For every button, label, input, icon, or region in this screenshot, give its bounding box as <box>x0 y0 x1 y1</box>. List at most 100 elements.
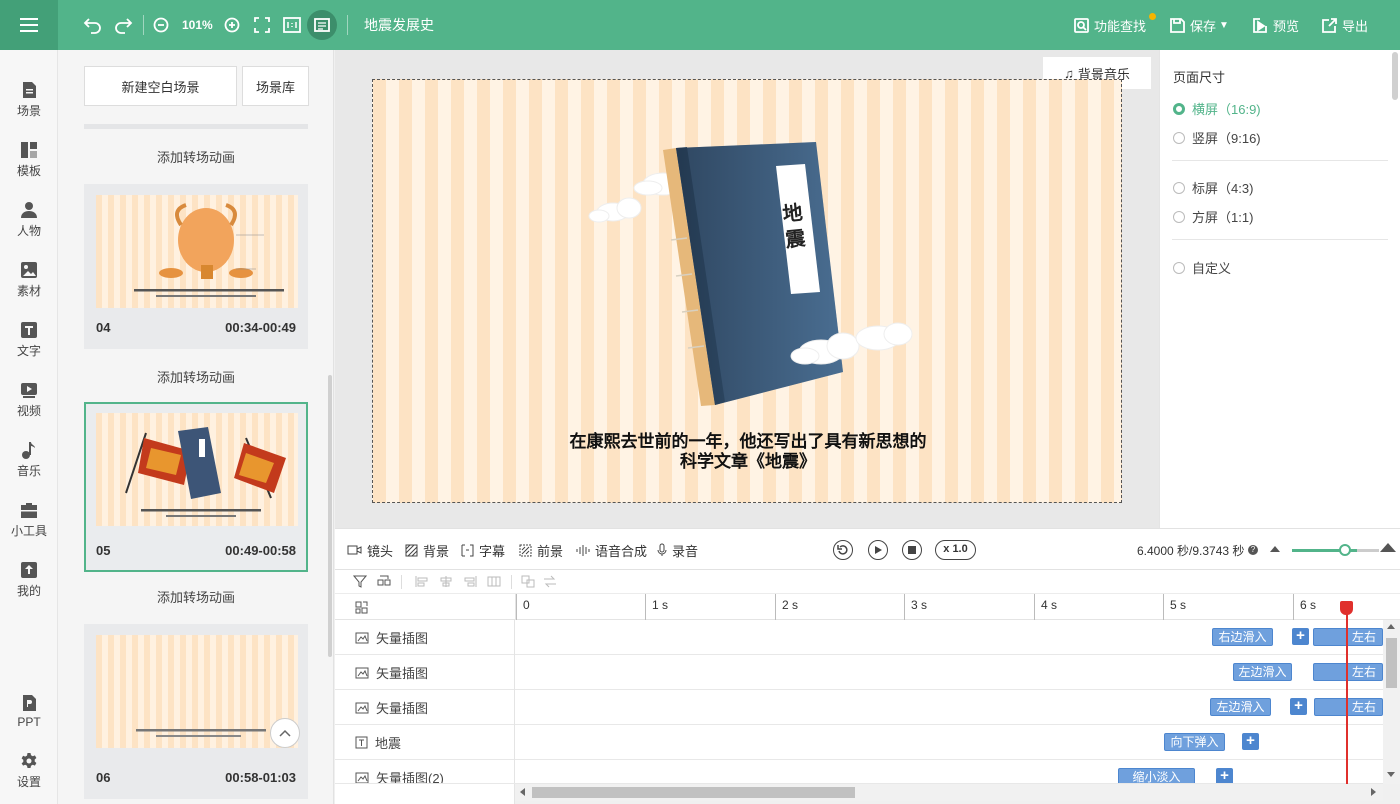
stop-button[interactable] <box>902 540 922 560</box>
person-icon <box>21 202 37 218</box>
background-tool[interactable]: 背景 <box>405 529 449 571</box>
scene-card-04[interactable]: 04 00:34-00:49 <box>84 184 308 349</box>
right-panel-scrollbar[interactable] <box>1392 52 1398 100</box>
animation-clip[interactable]: 左右 <box>1313 628 1383 646</box>
filter-icon[interactable] <box>353 575 367 588</box>
top-bar: 101% 地震发展史 功能查找 保存 ▼ 预览 导出 <box>0 0 1400 50</box>
track-label[interactable]: 地震 <box>335 725 515 760</box>
subtitle-tool[interactable]: 字幕 <box>461 529 505 571</box>
nav-video[interactable]: 视频 <box>0 375 58 425</box>
animation-clip[interactable]: 向下弹入 <box>1164 733 1225 751</box>
nav-ppt[interactable]: PPT <box>0 686 58 736</box>
nav-settings[interactable]: 设置 <box>0 746 58 796</box>
track-row[interactable]: 矢量插图 左边滑入 左右 <box>335 655 1400 690</box>
animation-clip[interactable]: 左边滑入 <box>1233 663 1292 681</box>
radio-portrait[interactable]: 竖屏（9:16) <box>1173 128 1261 147</box>
track-row[interactable]: 矢量插图 右边滑入 + 左右 <box>335 620 1400 655</box>
track-label[interactable]: 矢量插图 <box>335 620 515 655</box>
radio-standard[interactable]: 标屏（4:3) <box>1173 178 1253 197</box>
scroll-right-arrow[interactable] <box>1371 788 1376 796</box>
add-transition-link[interactable]: 添加转场动画 <box>84 587 308 606</box>
timeline-ruler[interactable]: 0 1 s 2 s 3 s 4 s 5 s 6 s <box>335 594 1400 620</box>
scroll-left-arrow[interactable] <box>520 788 525 796</box>
track-row[interactable]: 矢量插图(2) 缩小淡入 + <box>335 760 1400 784</box>
scroll-to-top-button[interactable] <box>270 718 300 748</box>
scene-canvas[interactable]: 地震 在康熙去世前的一年，他还写出了具有新思想的 科学文章《地震》 <box>372 79 1122 503</box>
scene-card-06[interactable]: 06 00:58-01:03 <box>84 624 308 799</box>
export-button[interactable]: 导出 <box>1322 0 1368 50</box>
preview-button[interactable]: 预览 <box>1253 0 1299 50</box>
add-transition-link[interactable]: 添加转场动画 <box>84 367 308 386</box>
new-blank-scene-button[interactable]: 新建空白场景 <box>84 66 237 106</box>
nav-scene[interactable]: 场景 <box>0 75 58 125</box>
scene-thumbnail <box>96 635 298 748</box>
playhead-line[interactable] <box>1346 602 1348 788</box>
speed-button[interactable]: x 1.0 <box>935 540 976 560</box>
slider-thumb[interactable] <box>1339 544 1351 556</box>
play-button[interactable] <box>868 540 888 560</box>
save-button[interactable]: 保存 ▼ <box>1170 0 1229 50</box>
actual-size-button[interactable] <box>283 0 301 50</box>
help-icon[interactable]: ? <box>1248 545 1258 555</box>
track-label[interactable]: 矢量插图 <box>335 655 515 690</box>
add-transition-link[interactable]: 添加转场动画 <box>84 147 308 166</box>
camera-tool[interactable]: 镜头 <box>347 529 393 571</box>
ruler-tick: 4 s <box>1034 594 1057 620</box>
scene-library-button[interactable]: 场景库 <box>242 66 309 106</box>
feature-search-button[interactable]: 功能查找 <box>1074 0 1156 50</box>
fullscreen-button[interactable] <box>254 0 270 50</box>
scroll-thumb[interactable] <box>532 787 855 798</box>
animation-clip[interactable]: 左右 <box>1314 698 1383 716</box>
scroll-thumb[interactable] <box>1386 638 1397 688</box>
scene-thumbnail <box>96 195 298 308</box>
animation-clip[interactable]: 缩小淡入 <box>1118 768 1195 783</box>
animation-clip[interactable]: 左右 <box>1313 663 1383 681</box>
redo-button[interactable] <box>113 0 133 50</box>
timeline-horizontal-scrollbar[interactable] <box>515 784 1383 801</box>
track-row[interactable]: 矢量插图 左边滑入 + 左右 <box>335 690 1400 725</box>
add-animation-button[interactable]: + <box>1216 768 1233 783</box>
zoom-in-mountain-icon[interactable] <box>1380 543 1396 552</box>
project-title[interactable]: 地震发展史 <box>364 0 434 50</box>
undo-button[interactable] <box>83 0 103 50</box>
animation-clip[interactable]: 右边滑入 <box>1212 628 1273 646</box>
zoom-out-button[interactable] <box>153 0 169 50</box>
scene-panel-scrollbar[interactable] <box>328 375 332 657</box>
foreground-tool[interactable]: 前景 <box>519 529 563 571</box>
add-animation-button[interactable]: + <box>1292 628 1309 645</box>
radio-square[interactable]: 方屏（1:1) <box>1173 207 1253 226</box>
rewind-button[interactable] <box>833 540 853 560</box>
caption-text[interactable]: 在康熙去世前的一年，他还写出了具有新思想的 科学文章《地震》 <box>373 432 1121 472</box>
timeline-vertical-scrollbar[interactable] <box>1383 620 1400 784</box>
nav-music[interactable]: 音乐 <box>0 435 58 485</box>
scroll-up-arrow[interactable] <box>1387 624 1395 629</box>
scene-card-05[interactable]: 05 00:49-00:58 <box>84 402 308 572</box>
radio-landscape[interactable]: 横屏（16:9) <box>1173 99 1261 118</box>
nav-material[interactable]: 素材 <box>0 255 58 305</box>
subtitle-icon <box>314 18 330 32</box>
nav-person[interactable]: 人物 <box>0 195 58 245</box>
layers-icon[interactable] <box>355 601 368 614</box>
nav-text[interactable]: 文字 <box>0 315 58 365</box>
book-title[interactable]: 地震 <box>777 199 810 254</box>
nav-mine[interactable]: 我的 <box>0 555 58 605</box>
record-tool[interactable]: 录音 <box>657 529 698 571</box>
scroll-down-arrow[interactable] <box>1387 772 1395 777</box>
track-label[interactable]: 矢量插图(2) <box>335 760 515 783</box>
track-label[interactable]: 矢量插图 <box>335 690 515 725</box>
menu-button[interactable] <box>0 0 58 50</box>
add-animation-button[interactable]: + <box>1290 698 1307 715</box>
tts-tool[interactable]: 语音合成 <box>576 529 647 571</box>
subtitle-mode-button[interactable] <box>307 10 337 40</box>
radio-label: 横屏（16:9) <box>1192 102 1261 117</box>
animation-clip[interactable]: 左边滑入 <box>1210 698 1271 716</box>
camera-label: 镜头 <box>367 543 394 559</box>
nav-toolbox[interactable]: 小工具 <box>0 495 58 545</box>
zoom-in-button[interactable] <box>224 0 240 50</box>
add-animation-button[interactable]: + <box>1242 733 1259 750</box>
nav-template[interactable]: 模板 <box>0 135 58 185</box>
group-icon[interactable] <box>377 575 391 588</box>
track-row[interactable]: 地震 向下弹入 + <box>335 725 1400 760</box>
radio-custom[interactable]: 自定义 <box>1173 258 1231 277</box>
zoom-out-mountain-icon[interactable] <box>1270 546 1280 552</box>
